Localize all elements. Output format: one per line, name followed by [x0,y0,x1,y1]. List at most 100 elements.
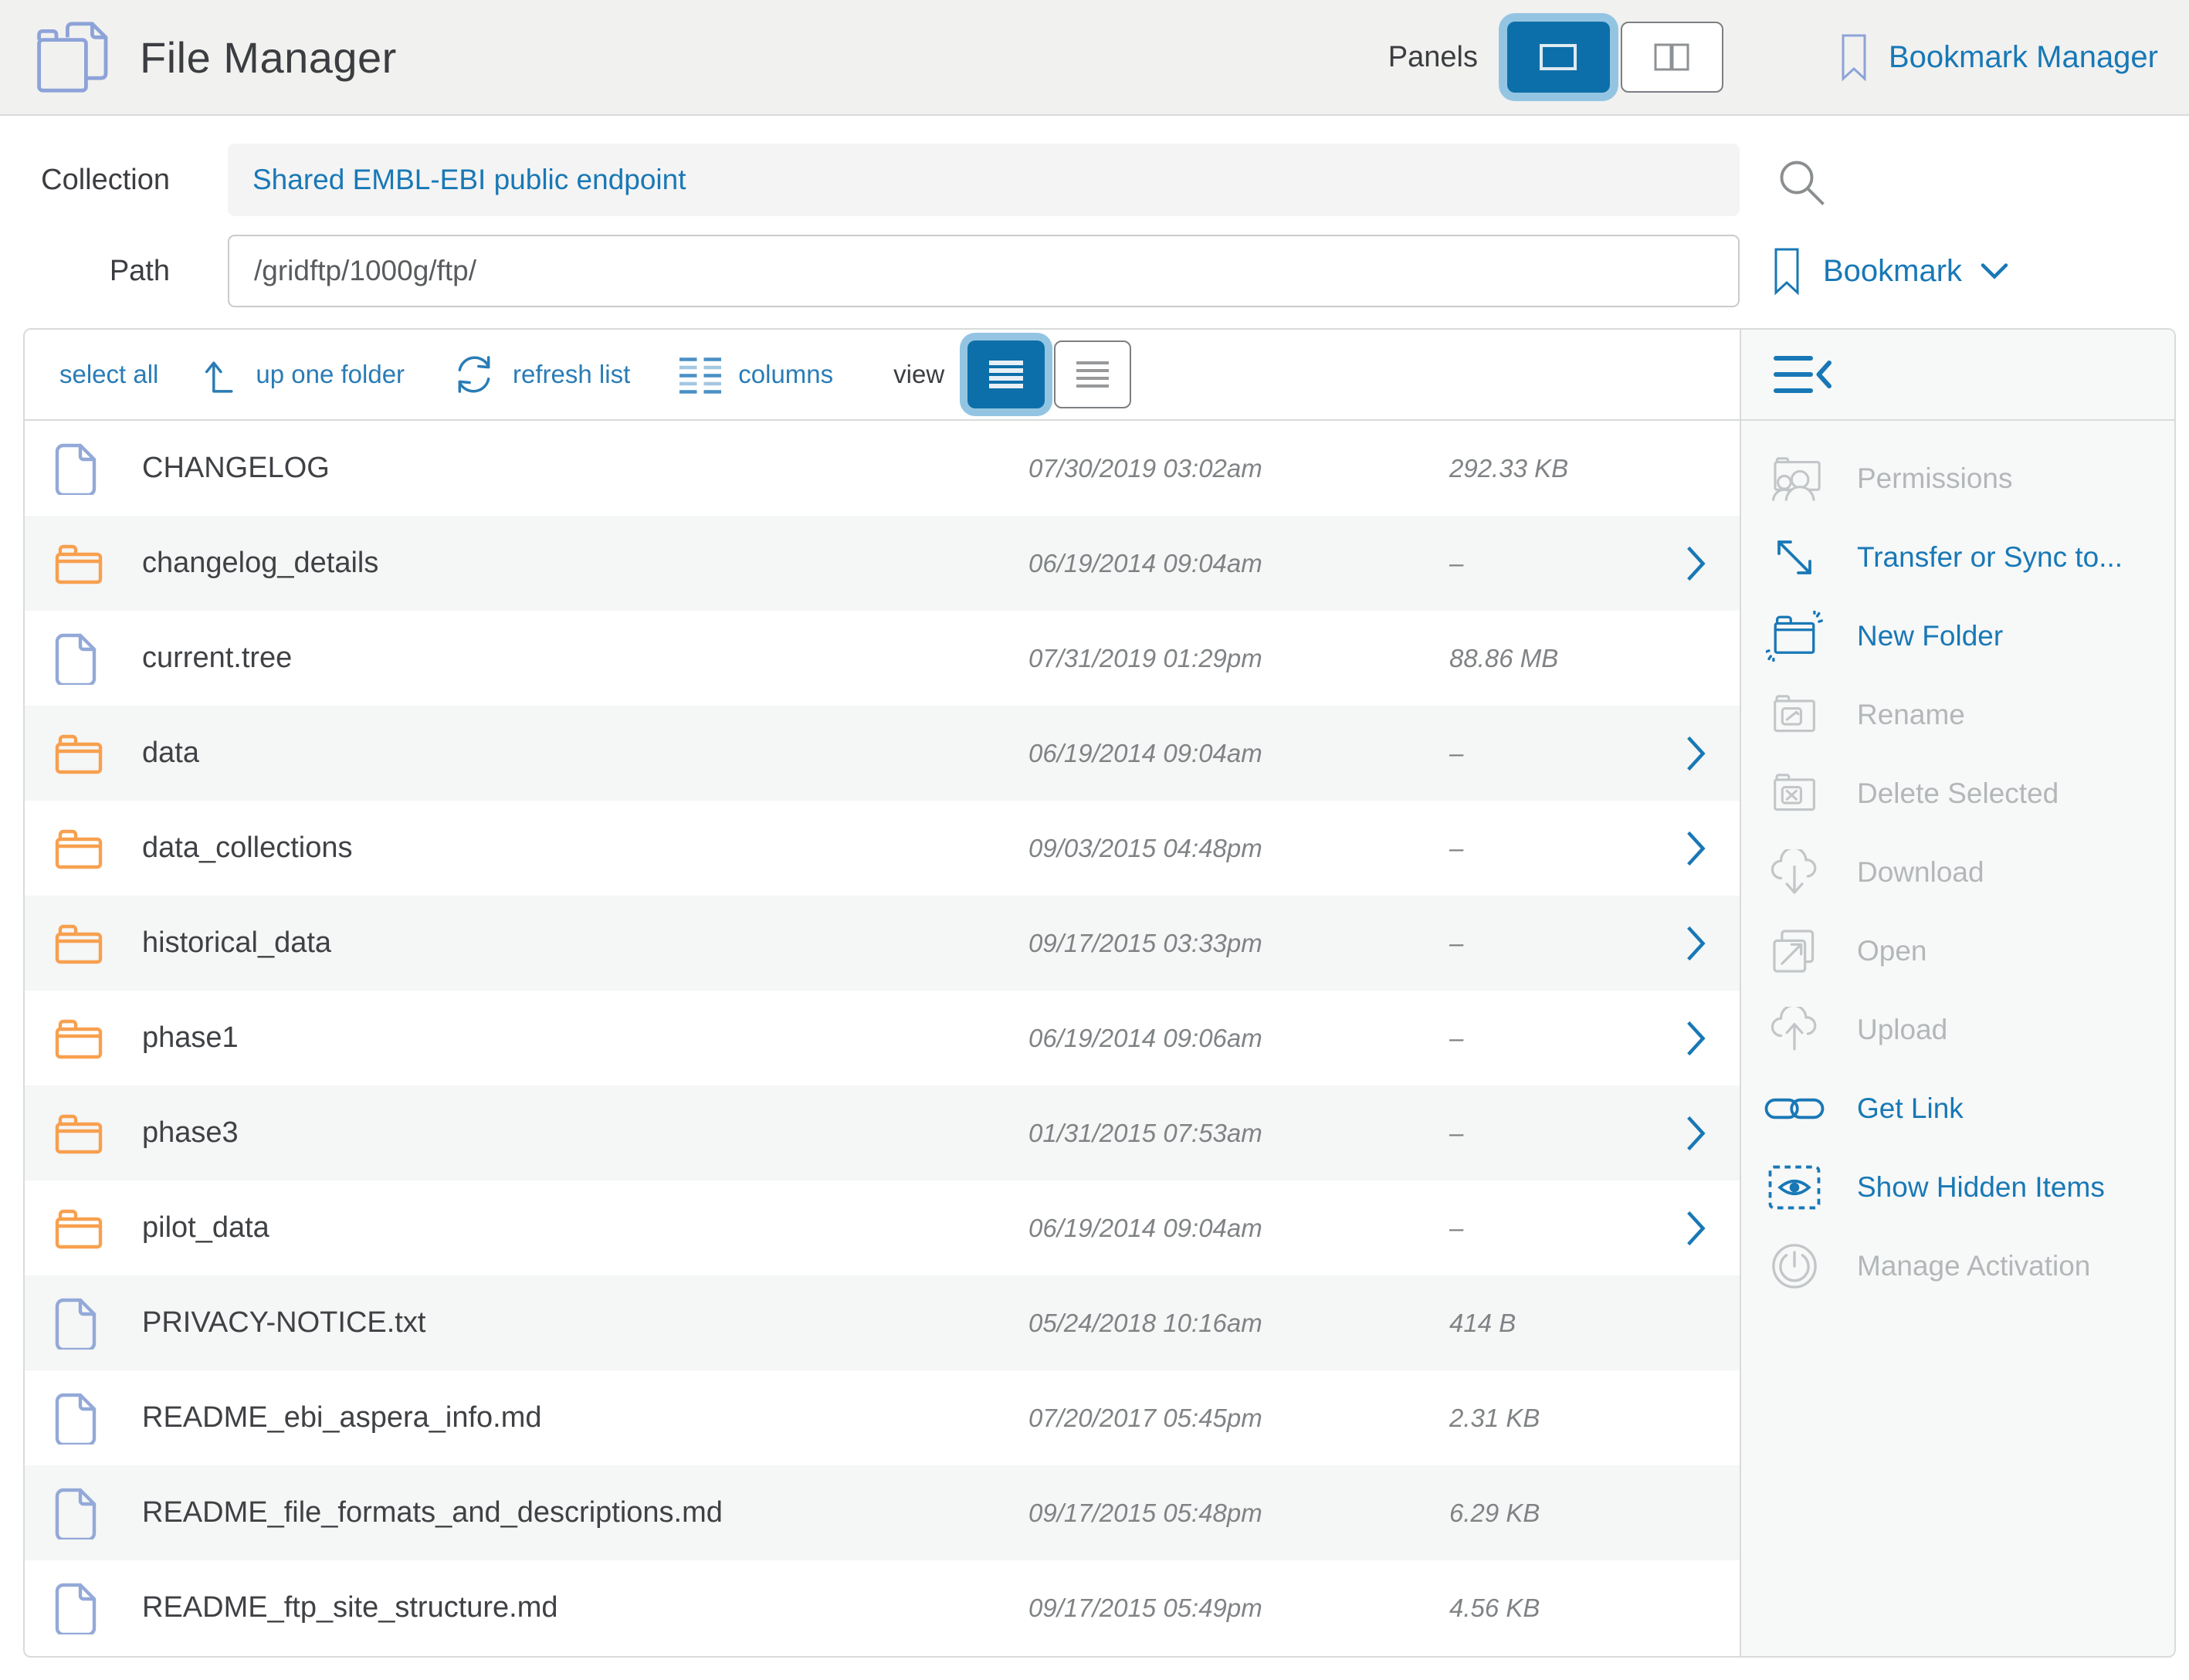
sidebar-item-label: Show Hidden Items [1857,1171,2105,1204]
up-one-folder-button[interactable]: up one folder [203,354,405,395]
show-hidden-icon [1764,1165,1825,1210]
file-size: – [1449,1119,1463,1148]
table-row[interactable]: data_collections 09/03/2015 04:48pm – [25,801,1740,896]
table-row[interactable]: phase3 01/31/2015 07:53am – [25,1086,1740,1180]
bookmark-manager-link[interactable]: Bookmark Manager [1841,33,2158,81]
table-row[interactable]: historical_data 09/17/2015 03:33pm – [25,896,1740,991]
file-browser: select all up one folder refresh list [23,328,2176,1658]
file-size: 292.33 KB [1449,454,1568,483]
condensed-view-icon [1076,361,1110,388]
table-row[interactable]: PRIVACY-NOTICE.txt 05/24/2018 10:16am 41… [25,1275,1740,1370]
file-date: 07/30/2019 03:02am [1028,454,1262,483]
refresh-list-label: refresh list [513,360,630,389]
file-name: phase1 [142,1021,239,1055]
list-toolbar: select all up one folder refresh list [25,330,1740,421]
dual-panel-button[interactable] [1621,22,1723,93]
sidebar-header [1741,330,2174,421]
sidebar-item-permissions[interactable]: Permissions [1741,439,2174,518]
collection-label: Collection [0,164,170,197]
table-row[interactable]: data 06/19/2014 09:04am – [25,706,1740,801]
sidebar-item-label: Delete Selected [1857,777,2059,810]
sidebar-item-upload[interactable]: Upload [1741,991,2174,1069]
file-date: 09/03/2015 04:48pm [1028,834,1262,863]
bookmark-manager-label: Bookmark Manager [1889,40,2158,75]
chevron-down-icon [1981,262,2008,279]
open-folder-chevron[interactable] [1685,545,1708,582]
condensed-view-button[interactable] [1054,340,1131,408]
folder-icon [54,541,110,586]
sidebar-item-label: Upload [1857,1014,1947,1046]
path-label: Path [0,255,170,288]
file-name: data [142,737,199,770]
panels-toggle [1507,22,1723,93]
refresh-list-button[interactable]: refresh list [452,353,630,396]
table-row[interactable]: phase1 06/19/2014 09:06am – [25,991,1740,1086]
view-label: view [893,360,944,389]
file-date: 06/19/2014 09:04am [1028,549,1262,578]
open-folder-chevron[interactable] [1685,925,1708,962]
bookmark-dropdown[interactable]: Bookmark [1774,246,2008,296]
rename-icon [1764,691,1825,739]
single-panel-icon [1540,44,1577,70]
search-button[interactable] [1774,154,1829,210]
refresh-icon [452,353,496,396]
search-icon [1774,154,1829,210]
file-date: 07/20/2017 05:45pm [1028,1404,1262,1433]
list-view-icon [988,360,1024,389]
open-folder-chevron[interactable] [1685,1210,1708,1247]
file-name: README_ftp_site_structure.md [142,1591,558,1624]
page-title: File Manager [140,32,397,83]
file-size: – [1449,834,1463,863]
transfer-sync-icon [1764,534,1825,581]
file-name: PRIVACY-NOTICE.txt [142,1306,425,1340]
collection-input[interactable] [228,144,1740,216]
sidebar-item-rename[interactable]: Rename [1741,676,2174,754]
dual-panel-icon [1654,43,1689,71]
file-date: 09/17/2015 05:49pm [1028,1594,1262,1623]
file-date: 01/31/2015 07:53am [1028,1119,1262,1148]
file-date: 06/19/2014 09:04am [1028,1214,1262,1243]
file-size: 414 B [1449,1309,1516,1338]
select-all-button[interactable]: select all [59,360,158,389]
table-row[interactable]: README_ftp_site_structure.md 09/17/2015 … [25,1560,1740,1655]
list-view-button[interactable] [967,340,1045,408]
collapse-sidebar-icon[interactable] [1774,354,1834,395]
sidebar-item-label: Download [1857,856,1984,889]
table-row[interactable]: current.tree 07/31/2019 01:29pm 88.86 MB [25,611,1740,706]
sidebar-item-manage-activation[interactable]: Manage Activation [1741,1227,2174,1306]
sidebar-item-download[interactable]: Download [1741,833,2174,912]
sidebar-item-label: Manage Activation [1857,1250,2090,1282]
open-folder-chevron[interactable] [1685,1115,1708,1152]
sidebar-item-label: Open [1857,935,1927,967]
file-name: data_collections [142,832,353,865]
columns-button[interactable]: columns [679,355,833,394]
sidebar-item-open[interactable]: Open [1741,912,2174,991]
table-row[interactable]: CHANGELOG 07/30/2019 03:02am 292.33 KB [25,421,1740,516]
permissions-icon [1764,455,1825,503]
sidebar-item-new-folder[interactable]: New Folder [1741,597,2174,676]
table-row[interactable]: pilot_data 06/19/2014 09:04am – [25,1180,1740,1275]
single-panel-button[interactable] [1507,22,1610,93]
path-input[interactable] [228,235,1740,307]
file-date: 06/19/2014 09:06am [1028,1024,1262,1053]
open-icon [1764,927,1825,975]
open-folder-chevron[interactable] [1685,1020,1708,1057]
table-row[interactable]: README_ebi_aspera_info.md 07/20/2017 05:… [25,1370,1740,1465]
file-list: CHANGELOG 07/30/2019 03:02am 292.33 KB c… [25,421,1740,1656]
folder-icon [54,1016,110,1061]
open-folder-chevron[interactable] [1685,830,1708,867]
sidebar-item-delete[interactable]: Delete Selected [1741,754,2174,833]
file-name: current.tree [142,642,292,675]
bookmark-icon [1841,33,1867,81]
sidebar-item-label: Get Link [1857,1092,1964,1125]
table-row[interactable]: changelog_details 06/19/2014 09:04am – [25,516,1740,611]
file-name: pilot_data [142,1211,269,1245]
file-icon [54,1487,110,1539]
open-folder-chevron[interactable] [1685,735,1708,772]
sidebar-item-transfer[interactable]: Transfer or Sync to... [1741,518,2174,597]
panels-label: Panels [1388,41,1478,74]
file-size: – [1449,549,1463,578]
sidebar-item-show-hidden[interactable]: Show Hidden Items [1741,1148,2174,1227]
table-row[interactable]: README_file_formats_and_descriptions.md … [25,1465,1740,1560]
sidebar-item-get-link[interactable]: Get Link [1741,1069,2174,1148]
